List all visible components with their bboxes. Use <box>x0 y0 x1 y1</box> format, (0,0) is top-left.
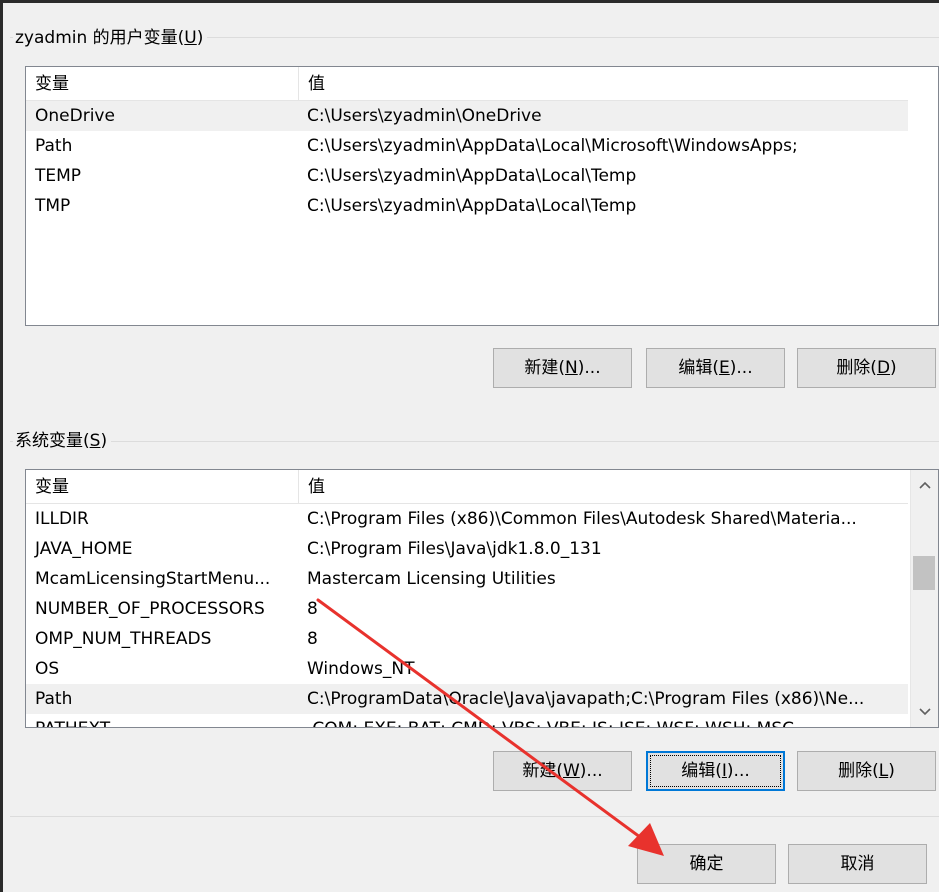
system-table-row[interactable]: PATHEXT.COM;.EXE;.BAT;.CMD;.VBS;.VBE;.JS… <box>26 714 908 727</box>
system-row-name: PATHEXT <box>26 714 296 727</box>
user-variables-title: zyadmin 的用户变量(U) <box>13 27 208 49</box>
user-row-value: C:\Users\zyadmin\AppData\Local\Temp <box>307 196 637 216</box>
user-rows: OneDrive C:\Users\zyadmin\OneDrive Path C:\… <box>26 101 908 221</box>
scrollbar-thumb[interactable] <box>913 556 935 590</box>
user-delete-button[interactable]: 删除(D) <box>797 348 936 388</box>
user-table-row[interactable]: OneDrive C:\Users\zyadmin\OneDrive <box>26 101 908 131</box>
system-table-row[interactable]: NUMBER_OF_PROCESSORS 8 <box>26 594 908 624</box>
user-list-header: 变量 值 <box>26 67 908 101</box>
user-column-value[interactable]: 值 <box>299 67 899 100</box>
system-row-name: ILLDIR <box>35 509 89 529</box>
user-row-value: C:\Users\zyadmin\AppData\Local\Temp <box>307 166 637 186</box>
system-row-name: JAVA_HOME <box>35 539 133 559</box>
system-rows: ILLDIR C:\Program Files (x86)\Common File… <box>26 504 908 727</box>
system-row-value: Windows_NT <box>307 659 415 679</box>
system-edit-button[interactable]: 编辑(I)... <box>646 751 785 791</box>
system-group-border <box>10 441 939 442</box>
system-row-value: Mastercam Licensing Utilities <box>307 569 556 589</box>
user-row-name: TEMP <box>35 166 82 186</box>
user-row-value: C:\Users\zyadmin\OneDrive <box>307 106 542 126</box>
system-table-row[interactable]: OMP_NUM_THREADS 8 <box>26 624 908 654</box>
user-new-button[interactable]: 新建(N)... <box>493 348 632 388</box>
system-row-value: 8 <box>307 599 318 619</box>
system-delete-button[interactable]: 删除(L) <box>797 751 936 791</box>
system-table-row[interactable]: OS Windows_NT <box>26 654 908 684</box>
system-table-row[interactable]: ILLDIR C:\Program Files (x86)\Common File… <box>26 504 908 534</box>
chevron-up-icon[interactable] <box>911 472 938 498</box>
system-row-name: McamLicensingStartMenu... <box>35 569 271 589</box>
system-table-row[interactable]: Path C:\ProgramData\Oracle\Java\javapath;… <box>26 684 908 714</box>
user-column-variable[interactable]: 变量 <box>26 67 298 100</box>
user-row-name: TMP <box>35 196 71 216</box>
user-table-row[interactable]: TEMP C:\Users\zyadmin\AppData\Local\Temp <box>26 161 908 191</box>
system-row-name: Path <box>35 689 73 709</box>
system-row-name: OS <box>35 659 60 679</box>
user-variables-list[interactable]: 变量 值 OneDrive C:\Users\zyadmin\OneDrive Pa… <box>25 66 939 326</box>
system-row-value: C:\Program Files (x86)\Common Files\Auto… <box>307 509 857 529</box>
user-table-row[interactable]: Path C:\Users\zyadmin\AppData\Local\Micro… <box>26 131 908 161</box>
system-row-value: C:\Program Files\Java\jdk1.8.0_131 <box>307 539 602 559</box>
system-table-row[interactable]: JAVA_HOME C:\Program Files\Java\jdk1.8.0_… <box>26 534 908 564</box>
system-table-row[interactable]: McamLicensingStartMenu... Mastercam Licen… <box>26 564 908 594</box>
user-row-name: OneDrive <box>35 106 115 126</box>
system-row-value: .COM;.EXE;.BAT;.CMD;.VBS;.VBE;.JS;.JSE;.… <box>298 714 908 727</box>
user-row-value: C:\Users\zyadmin\AppData\Local\Microsoft… <box>307 136 798 156</box>
system-column-value[interactable]: 值 <box>299 470 899 503</box>
chevron-down-icon[interactable] <box>911 699 938 725</box>
system-variables-title: 系统变量(S) <box>13 430 112 452</box>
window-left-edge <box>0 0 3 892</box>
user-edit-button[interactable]: 编辑(E)... <box>646 348 785 388</box>
system-list-header: 变量 值 <box>26 470 908 504</box>
ok-button[interactable]: 确定 <box>637 844 776 884</box>
user-row-name: Path <box>35 136 73 156</box>
system-column-variable[interactable]: 变量 <box>26 470 298 503</box>
system-row-name: OMP_NUM_THREADS <box>35 629 212 649</box>
system-row-name: NUMBER_OF_PROCESSORS <box>35 599 265 619</box>
cancel-button[interactable]: 取消 <box>788 844 927 884</box>
system-variables-list[interactable]: 变量 值 ILLDIR C:\Program Files (x86)\Common… <box>25 469 939 728</box>
system-new-button[interactable]: 新建(W)... <box>493 751 632 791</box>
system-list-scrollbar[interactable] <box>910 470 938 727</box>
system-row-value: C:\ProgramData\Oracle\Java\javapath;C:\P… <box>307 689 865 709</box>
user-table-row[interactable]: TMP C:\Users\zyadmin\AppData\Local\Temp <box>26 191 908 221</box>
dialog-divider <box>10 816 939 817</box>
system-row-value: 8 <box>307 629 318 649</box>
window-top-edge <box>0 0 939 3</box>
